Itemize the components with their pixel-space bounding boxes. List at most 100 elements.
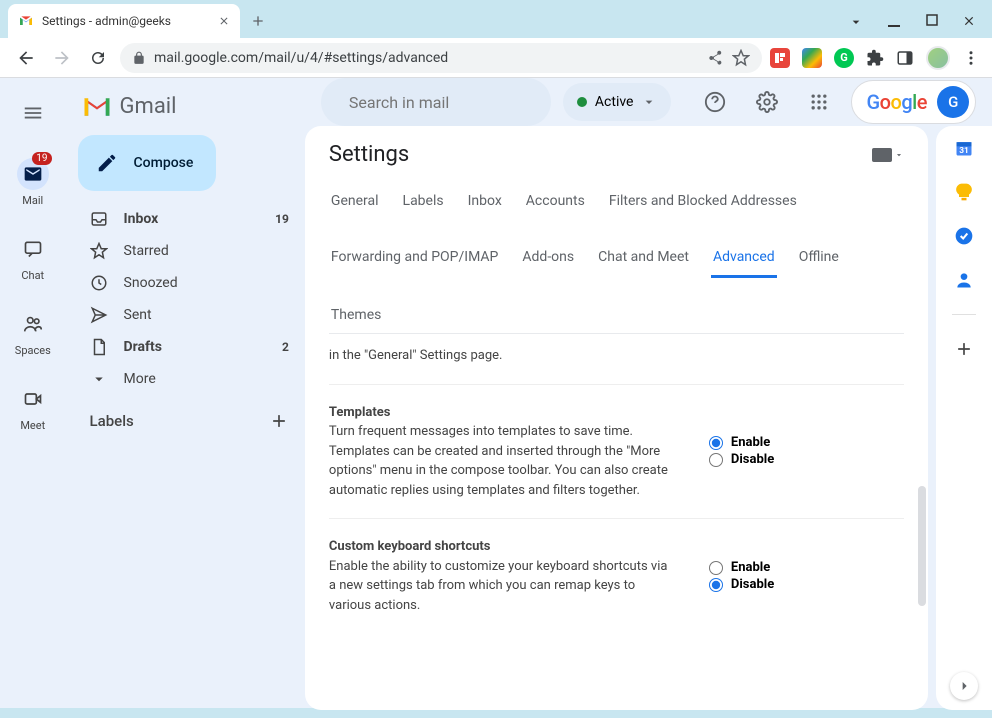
chat-icon: [23, 239, 43, 259]
clock-icon: [90, 274, 108, 292]
folder-inbox[interactable]: Inbox 19: [74, 203, 305, 235]
main-menu-button[interactable]: [14, 94, 52, 132]
rail-mail[interactable]: 19 Mail: [0, 154, 66, 211]
input-tools-button[interactable]: [872, 148, 904, 162]
folder-starred[interactable]: Starred: [74, 235, 305, 267]
tab-inbox[interactable]: Inbox: [466, 183, 504, 219]
reload-button[interactable]: [84, 44, 112, 72]
rail-label: Mail: [22, 194, 43, 207]
star-icon: [90, 242, 108, 260]
folder-label: Drafts: [124, 339, 266, 355]
folder-sent[interactable]: Sent: [74, 299, 305, 331]
setting-partial-text: in the "General" Settings page.: [329, 346, 669, 366]
tab-advanced[interactable]: Advanced: [711, 239, 777, 278]
new-tab-button[interactable]: [244, 7, 272, 35]
add-addon-icon[interactable]: [954, 339, 974, 359]
labels-title: Labels: [90, 412, 134, 430]
extension-icons: G: [770, 46, 980, 70]
back-button[interactable]: [12, 44, 40, 72]
rail-meet[interactable]: Meet: [0, 379, 66, 436]
gmail-logo-icon: [82, 95, 112, 119]
plus-icon: [250, 13, 266, 29]
tab-offline[interactable]: Offline: [797, 239, 841, 277]
browser-tab[interactable]: Settings - admin@geeks: [8, 4, 240, 38]
meet-icon: [23, 389, 43, 409]
folder-drafts[interactable]: Drafts 2: [74, 331, 305, 363]
sidebar: Gmail Compose Inbox 19 Starred Snoozed S…: [66, 78, 305, 708]
close-tab-icon[interactable]: [218, 15, 230, 27]
sidepanel-icon[interactable]: [896, 49, 914, 67]
pencil-icon: [96, 152, 118, 174]
share-icon[interactable]: [708, 50, 724, 66]
tab-forwarding[interactable]: Forwarding and POP/IMAP: [329, 239, 500, 277]
shortcuts-enable-radio[interactable]: [709, 561, 723, 575]
hamburger-icon: [22, 102, 44, 124]
shortcuts-disable-radio[interactable]: [709, 578, 723, 592]
rail-chat[interactable]: Chat: [0, 229, 66, 286]
google-account-switcher[interactable]: Google G: [851, 80, 976, 124]
disable-label: Disable: [731, 452, 774, 467]
document-icon: [90, 338, 108, 356]
status-chip[interactable]: Active: [563, 83, 672, 121]
gmail-wordmark: Gmail: [120, 94, 177, 119]
support-button[interactable]: [695, 82, 735, 122]
keep-addon-icon[interactable]: [954, 182, 974, 202]
browser-menu-icon[interactable]: [962, 49, 980, 67]
address-bar[interactable]: mail.google.com/mail/u/4/#settings/advan…: [120, 43, 762, 73]
tab-accounts[interactable]: Accounts: [524, 183, 587, 219]
folder-label: More: [124, 371, 289, 387]
account-avatar[interactable]: G: [937, 86, 969, 118]
scrollbar[interactable]: [918, 486, 926, 606]
tab-labels[interactable]: Labels: [401, 183, 446, 219]
profile-avatar-icon[interactable]: [926, 46, 950, 70]
rail-label: Meet: [20, 419, 45, 432]
setting-description: Turn frequent messages into templates to…: [329, 424, 668, 498]
settings-tabs: General Labels Inbox Accounts Filters an…: [329, 175, 904, 334]
calendar-addon-icon[interactable]: 31: [954, 138, 974, 158]
settings-button[interactable]: [747, 82, 787, 122]
gmail-favicon-icon: [18, 13, 34, 29]
rail-spaces[interactable]: Spaces: [0, 304, 66, 361]
folder-count: 19: [275, 212, 289, 226]
flipboard-ext-icon[interactable]: [770, 48, 790, 68]
gear-icon: [756, 91, 778, 113]
apps-button[interactable]: [799, 82, 839, 122]
contacts-addon-icon[interactable]: [954, 270, 974, 290]
tab-addons[interactable]: Add-ons: [520, 239, 576, 277]
tasks-addon-icon[interactable]: [954, 226, 974, 246]
templates-disable-radio[interactable]: [709, 453, 723, 467]
disable-label: Disable: [731, 577, 774, 592]
app-rail: 19 Mail Chat Spaces Meet: [0, 78, 66, 708]
grammarly-ext-icon[interactable]: G: [834, 48, 854, 68]
search-input[interactable]: [349, 93, 552, 112]
folder-more[interactable]: More: [74, 363, 305, 395]
tab-general[interactable]: General: [329, 183, 381, 219]
chevron-down-icon[interactable]: [848, 14, 864, 30]
google-wordmark-text: Google: [866, 90, 927, 114]
folder-snoozed[interactable]: Snoozed: [74, 267, 305, 299]
enable-label: Enable: [731, 435, 770, 450]
search-box[interactable]: [321, 78, 551, 126]
send-icon: [90, 306, 108, 324]
forward-button[interactable]: [48, 44, 76, 72]
side-panel: 31: [936, 126, 992, 710]
close-window-icon[interactable]: [962, 14, 976, 30]
tab-themes[interactable]: Themes: [329, 297, 383, 333]
chrome-ext-icon[interactable]: [802, 48, 822, 68]
compose-label: Compose: [134, 155, 194, 171]
templates-enable-radio[interactable]: [709, 436, 723, 450]
browser-tab-title: Settings - admin@geeks: [42, 14, 210, 28]
extensions-icon[interactable]: [866, 49, 884, 67]
gmail-logo[interactable]: Gmail: [74, 86, 305, 135]
add-label-icon[interactable]: [269, 411, 289, 431]
bookmark-star-icon[interactable]: [732, 49, 750, 67]
side-panel-toggle[interactable]: [950, 672, 978, 700]
tab-chat-meet[interactable]: Chat and Meet: [596, 239, 691, 277]
minimize-window-icon[interactable]: [888, 14, 902, 30]
folder-label: Starred: [124, 243, 289, 259]
tab-filters[interactable]: Filters and Blocked Addresses: [607, 183, 799, 219]
maximize-window-icon[interactable]: [926, 14, 938, 30]
apps-grid-icon: [809, 92, 829, 112]
setting-partial-visible: in the "General" Settings page.: [329, 342, 904, 385]
compose-button[interactable]: Compose: [78, 135, 216, 191]
